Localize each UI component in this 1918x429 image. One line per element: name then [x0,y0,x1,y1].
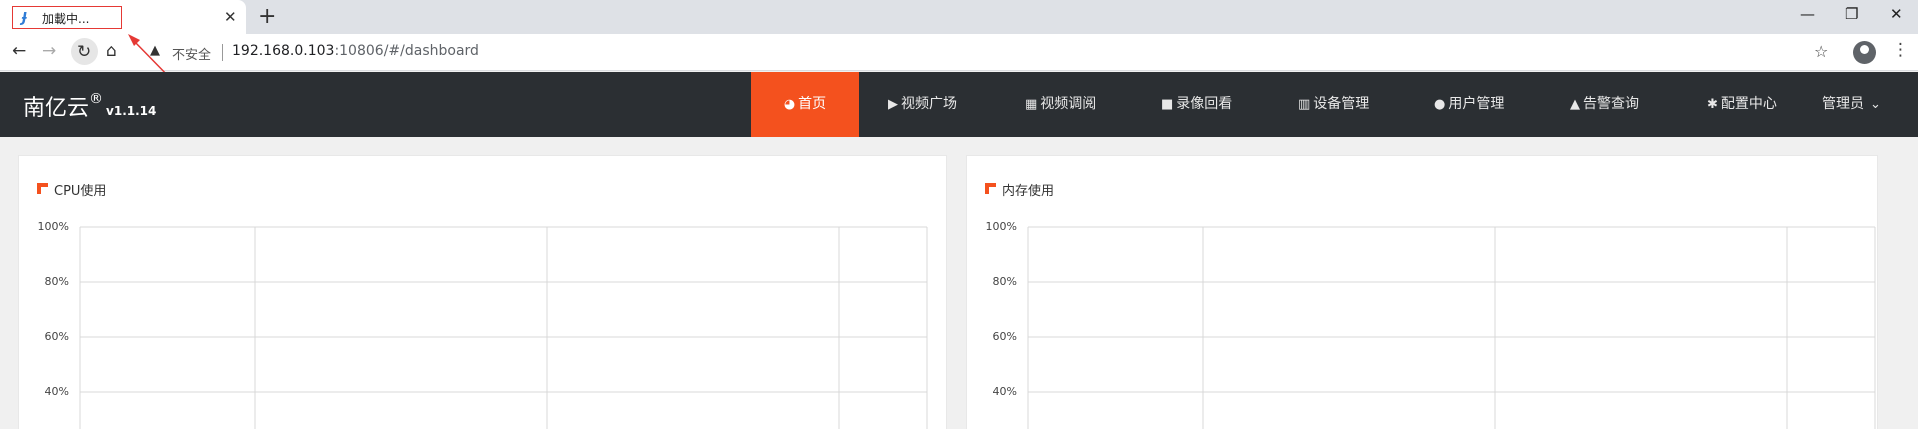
alarm-icon: ▲ [1570,97,1580,112]
brand-logo[interactable]: 南亿云®v1.1.14 [23,90,156,122]
window-close-icon[interactable]: ✕ [1890,5,1903,23]
nav-label: 视频广场 [901,96,957,112]
nav-home[interactable]: ◕ 首页 [751,72,859,137]
cpu-chart [79,226,928,429]
grid-vertical [79,227,928,429]
y-tick-label: 80% [992,275,1017,288]
memory-chart [1027,226,1876,429]
y-tick-label: 40% [44,385,69,398]
y-tick-label: 100% [985,220,1017,233]
close-icon[interactable]: ✕ [224,8,237,26]
security-label[interactable]: 不安全 [172,44,211,63]
grid-horizontal [1028,226,1875,393]
home-icon[interactable]: ⌂ [106,41,117,61]
nav-alarms[interactable]: ▲ 告警查询 [1570,72,1639,137]
nav-label: 首页 [798,96,827,112]
back-icon[interactable]: ← [12,41,26,61]
server-icon: ▥ [1298,97,1311,112]
y-tick-label: 80% [44,275,69,288]
nav-label: 管理员 [1822,96,1864,112]
app-version: v1.1.14 [106,104,157,118]
app-header: 南亿云®v1.1.14 ◕ 首页 ▶ 视频广场 ▦ 视频调阅 ■ 录像回看 ▥ 设备管理 … [0,72,1918,137]
nav-video-browse[interactable]: ▦ 视频调阅 [1025,72,1096,137]
restore-icon[interactable]: ❐ [1845,5,1858,23]
reload-icon[interactable]: ↻ [77,42,91,62]
url-text[interactable]: 192.168.0.103:10806/#/dashboard [232,43,479,59]
user-icon: ● [1434,97,1446,112]
profile-avatar[interactable] [1853,41,1876,64]
more-menu-icon[interactable]: ⋮ [1892,40,1909,60]
divider [222,44,223,61]
dashboard-icon: ◕ [783,97,796,112]
minimize-icon[interactable]: — [1800,5,1815,23]
forward-icon[interactable]: → [42,41,56,61]
nav-label: 配置中心 [1720,96,1777,112]
bookmark-star-icon[interactable]: ☆ [1814,42,1828,61]
toolbar: ← → ↻ ⌂ ▲ 不安全 192.168.0.103:10806/#/dash… [0,34,1918,71]
url-path: :10806/#/dashboard [334,43,479,59]
nav-playback[interactable]: ■ 录像回看 [1161,72,1232,137]
grid-vertical [1027,227,1876,429]
memory-panel: 内存使用 100% 80% 60% 40% [966,155,1878,429]
cpu-panel: CPU使用 100% 80% 60% 40% [18,155,947,429]
gear-icon: ✱ [1707,97,1718,112]
warning-icon[interactable]: ▲ [150,43,160,58]
tab-strip: Ɉ 加載中... ✕ + — ❐ ✕ [0,0,1918,34]
y-tick-label: 100% [37,220,69,233]
nav-config[interactable]: ✱ 配置中心 [1707,72,1777,137]
new-tab-button[interactable]: + [258,4,276,29]
y-tick-label: 40% [992,385,1017,398]
nav-label: 录像回看 [1176,96,1233,112]
nav-label: 告警查询 [1583,96,1639,112]
registered-mark: ® [89,90,104,107]
highlight-box [12,6,122,29]
nav-users[interactable]: ● 用户管理 [1434,72,1504,137]
table-icon: ▦ [1025,97,1038,112]
address-bar[interactable]: ▲ 不安全 192.168.0.103:10806/#/dashboard [140,38,1820,66]
nav-admin-menu[interactable]: 管理员 ⌄ [1822,72,1884,137]
video-camera-icon: ■ [1161,97,1174,112]
nav-label: 用户管理 [1448,96,1505,112]
nav-label: 视频调阅 [1040,96,1097,112]
browser-window: Ɉ 加載中... ✕ + — ❐ ✕ ← → ↻ ⌂ ▲ 不安全 192.168… [0,0,1918,429]
grid-horizontal [80,226,927,393]
chevron-down-icon: ⌄ [1870,97,1881,112]
url-host: 192.168.0.103 [232,43,335,59]
nav-devices[interactable]: ▥ 设备管理 [1298,72,1369,137]
y-tick-label: 60% [44,330,69,343]
nav-video-square[interactable]: ▶ 视频广场 [888,72,957,137]
y-tick-label: 60% [992,330,1017,343]
brand-name: 南亿云 [23,96,90,121]
nav-label: 设备管理 [1313,96,1370,112]
play-circle-icon: ▶ [888,97,898,112]
